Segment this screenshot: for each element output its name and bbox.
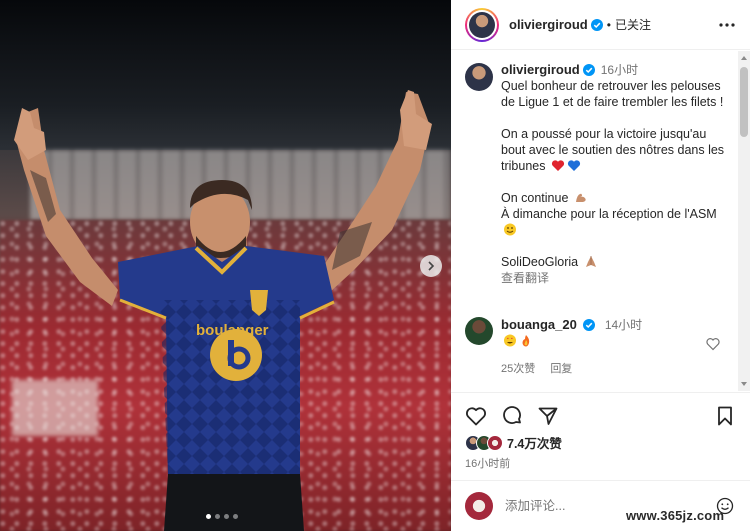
site-watermark: www.365jz.com bbox=[626, 508, 725, 523]
blue-heart-icon bbox=[567, 160, 581, 171]
follow-status-button[interactable]: 已关注 bbox=[615, 16, 651, 33]
author-username[interactable]: oliviergiroud bbox=[509, 17, 588, 32]
carousel-dot bbox=[233, 514, 238, 519]
carousel-dot bbox=[206, 514, 211, 519]
more-icon[interactable] bbox=[718, 16, 736, 34]
comment-avatar[interactable] bbox=[465, 317, 493, 345]
liker-avatar bbox=[487, 434, 503, 451]
verified-badge-icon bbox=[583, 319, 596, 331]
chevron-right-icon bbox=[428, 261, 435, 271]
caption-line: SoliDeoGloria bbox=[501, 254, 733, 270]
verified-badge-icon bbox=[582, 64, 595, 76]
heart-icon[interactable] bbox=[465, 405, 487, 427]
bookmark-icon[interactable] bbox=[714, 405, 736, 427]
flexed-biceps-icon bbox=[575, 193, 586, 202]
smiling-face-icon bbox=[504, 223, 516, 236]
red-heart-icon bbox=[551, 160, 565, 171]
author-avatar[interactable] bbox=[465, 7, 499, 42]
star-struck-icon bbox=[504, 334, 516, 347]
caption-line: À dimanche pour la réception de l'ASM bbox=[501, 206, 733, 238]
post-caption: oliviergiroud 16小时 Quel bonheur de retro… bbox=[465, 62, 735, 286]
see-translation-link[interactable]: 查看翻译 bbox=[501, 270, 733, 286]
caption-time: 16小时 bbox=[600, 63, 639, 77]
comment-username[interactable]: bouanga_20 bbox=[501, 317, 577, 332]
comments-scroll-area[interactable]: oliviergiroud 16小时 Quel bonheur de retro… bbox=[451, 51, 738, 391]
post-photo: boulanger bbox=[0, 0, 451, 531]
reply-button[interactable]: 回复 bbox=[550, 363, 572, 375]
praying-hands-icon bbox=[585, 256, 596, 267]
caption-avatar[interactable] bbox=[465, 63, 493, 91]
caption-line: On continue bbox=[501, 190, 733, 206]
scrollbar-thumb[interactable] bbox=[740, 67, 748, 137]
posted-time: 16小时前 bbox=[465, 458, 511, 470]
comment-time: 14小时 bbox=[604, 318, 643, 332]
verified-badge-icon bbox=[590, 18, 603, 31]
carousel-dot bbox=[215, 514, 220, 519]
post-panel: oliviergiroud • 已关注 oliviergiroud 16小时 Q… bbox=[451, 0, 750, 531]
next-photo-button[interactable] bbox=[420, 255, 442, 277]
comment-icon[interactable] bbox=[501, 405, 523, 427]
post-header: oliviergiroud • 已关注 bbox=[451, 0, 750, 50]
scroll-up-arrow[interactable] bbox=[741, 56, 747, 60]
comment-item: bouanga_20 14小时 25次赞 回复 bbox=[465, 317, 735, 377]
caption-line: Quel bonheur de retrouver les pelouses d… bbox=[501, 79, 724, 109]
share-icon[interactable] bbox=[537, 405, 559, 427]
header-separator: • bbox=[606, 17, 611, 32]
comment-text bbox=[501, 333, 642, 349]
caption-line: On a poussé pour la victoire jusqu'au bo… bbox=[501, 127, 725, 173]
caption-username[interactable]: oliviergiroud bbox=[501, 62, 580, 78]
post-actions: 7.4万次赞 16小时前 bbox=[451, 392, 750, 472]
comment-like-heart-icon[interactable] bbox=[706, 337, 720, 351]
fire-icon bbox=[522, 335, 530, 347]
carousel-dot bbox=[224, 514, 229, 519]
scroll-down-arrow[interactable] bbox=[741, 382, 747, 386]
viewer-avatar bbox=[465, 492, 493, 520]
add-comment-bar bbox=[451, 480, 750, 531]
carousel-dots bbox=[206, 514, 238, 519]
player-figure: boulanger bbox=[14, 90, 432, 531]
comments-scrollbar[interactable] bbox=[738, 51, 750, 391]
likes-count[interactable]: 7.4万次赞 bbox=[507, 433, 562, 452]
comment-likes[interactable]: 25次赞 bbox=[501, 363, 535, 375]
likes-summary[interactable]: 7.4万次赞 bbox=[465, 433, 562, 452]
